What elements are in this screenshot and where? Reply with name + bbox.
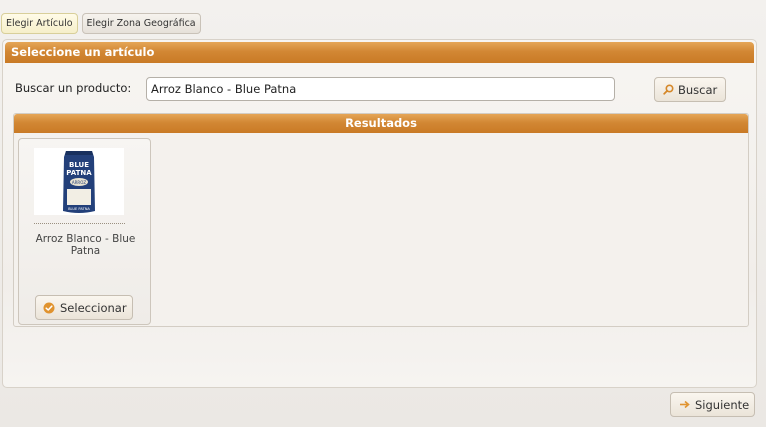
search-button[interactable]: Buscar [654,77,726,102]
bag-bottom-label: BLUE PATNA [68,207,90,211]
arrow-right-icon [679,400,690,409]
search-icon [663,84,674,95]
bag-brand-line1: BLUE [69,161,89,169]
tab-bar: Elegir Artículo Elegir Zona Geográfica [1,13,201,34]
panel-title: Seleccione un artículo [5,42,754,63]
rice-bag-image: BLUE PATNA ARROZ BLUE PATNA [34,148,124,215]
next-button[interactable]: Siguiente [670,392,755,417]
results-title: Resultados [14,114,748,133]
next-button-label: Siguiente [695,397,750,412]
search-input[interactable] [146,77,615,101]
bag-brand-line2: PATNA [66,169,92,177]
product-card: BLUE PATNA ARROZ BLUE PATNA Arroz Blanco… [18,138,151,325]
tab-elegir-zona-geografica[interactable]: Elegir Zona Geográfica [81,13,201,34]
select-button-label: Seleccionar [60,300,127,315]
product-name: Arroz Blanco - Blue Patna [35,233,136,257]
search-label: Buscar un producto: [15,81,132,95]
search-button-label: Buscar [678,82,718,97]
card-divider [34,223,125,224]
select-button[interactable]: Seleccionar [35,295,133,320]
check-circle-icon [43,302,55,314]
select-article-panel: Seleccione un artículo Buscar un product… [2,39,757,388]
results-panel: Resultados BLUE PATNA ARROZ BLUE PATNA A… [13,113,749,327]
tab-elegir-articulo[interactable]: Elegir Artículo [1,13,78,34]
bag-sub-label: ARROZ [72,180,86,185]
